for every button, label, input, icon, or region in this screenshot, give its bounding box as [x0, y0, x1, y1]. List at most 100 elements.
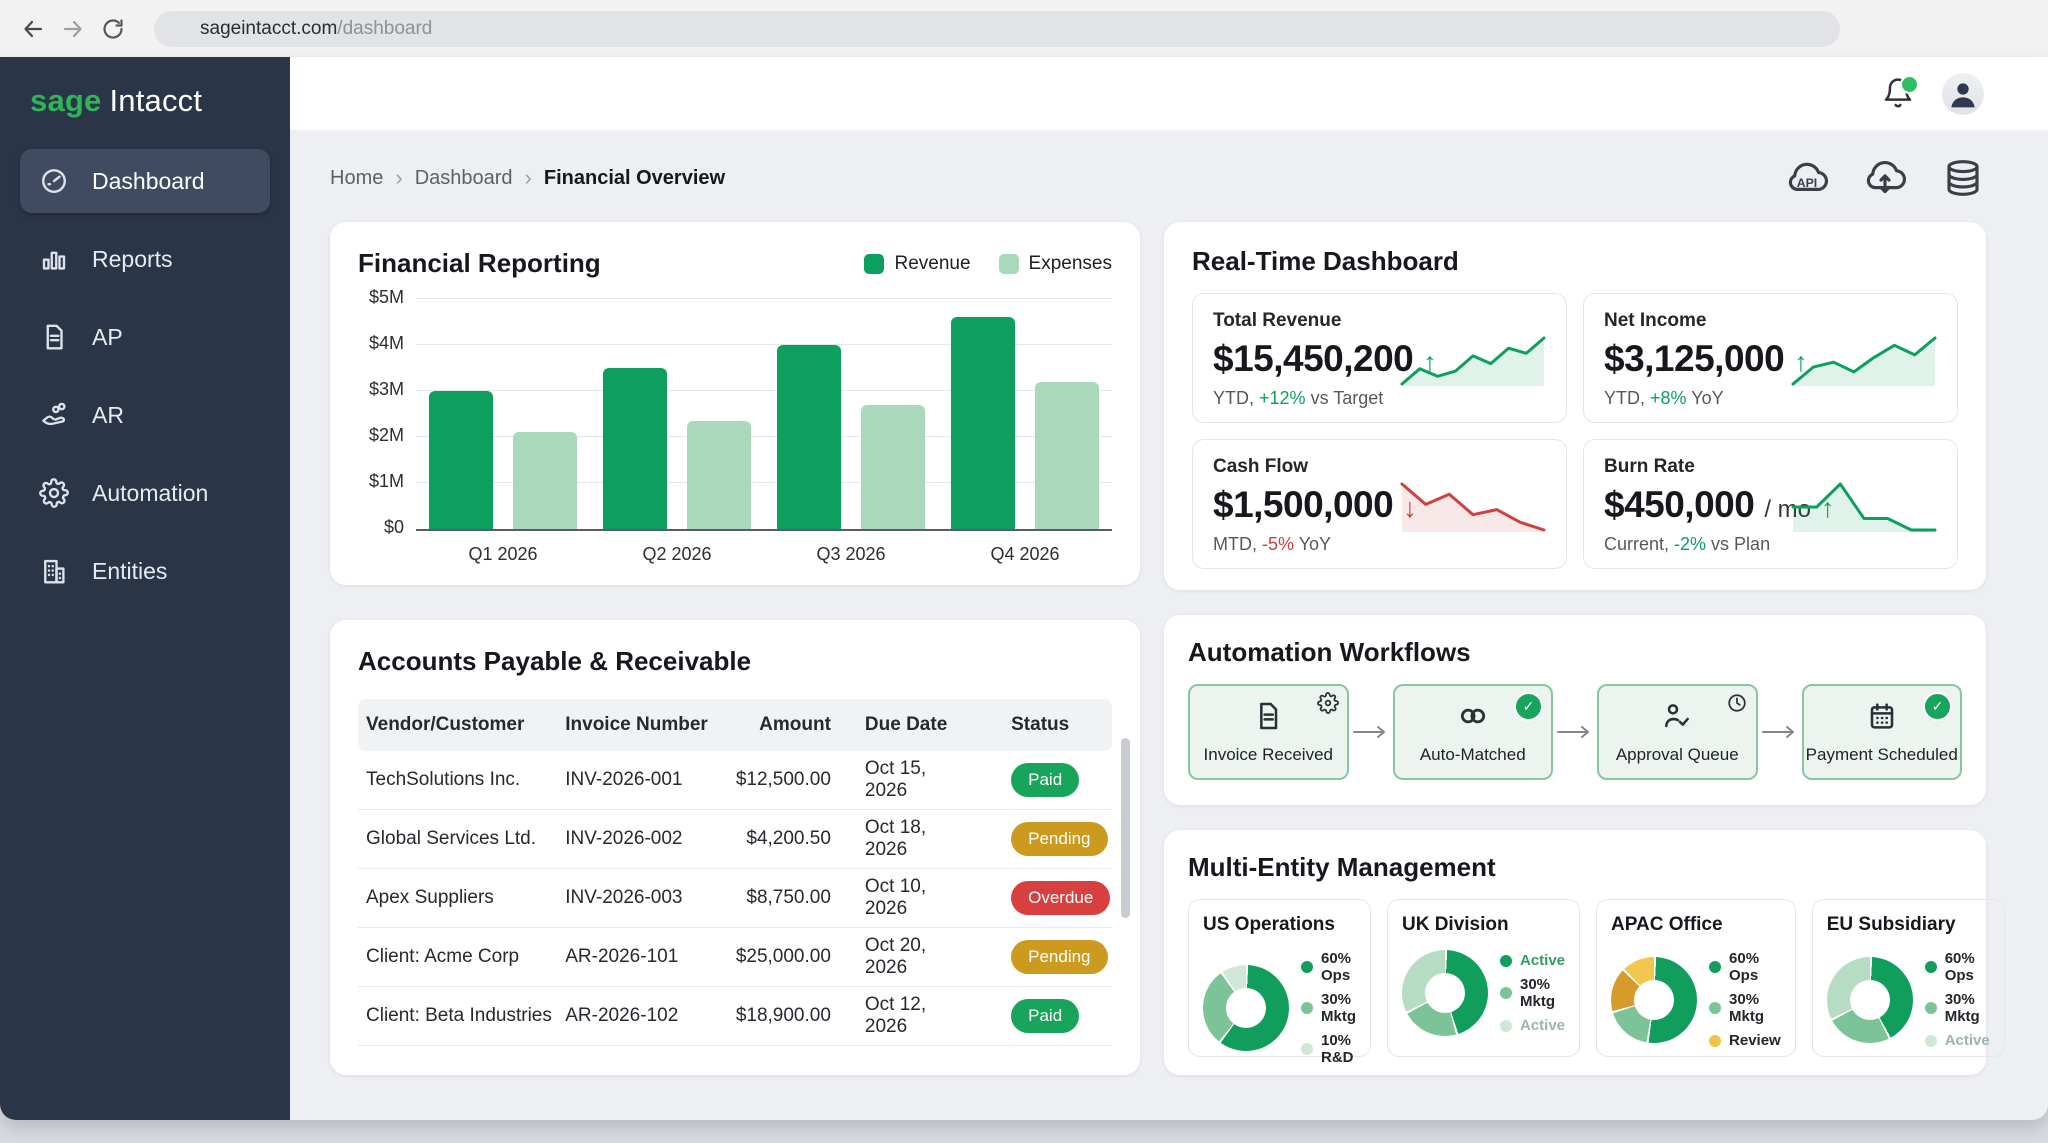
- gear-icon: [38, 477, 70, 509]
- breadcrumb-item-dashboard[interactable]: Dashboard: [415, 167, 513, 190]
- api-cloud-icon[interactable]: API: [1785, 156, 1829, 200]
- entity-card-us-operations: US Operations60% Ops30% Mktg10% R&D: [1188, 899, 1371, 1057]
- table-row[interactable]: TechSolutions Inc.INV-2026-001$12,500.00…: [358, 751, 1112, 810]
- x-axis-label: Q2 2026: [603, 544, 751, 565]
- reload-button[interactable]: [100, 16, 126, 42]
- sidebar-item-label: Automation: [92, 480, 208, 507]
- workflow-step-invoice-received[interactable]: Invoice Received: [1188, 684, 1349, 780]
- sidebar-item-label: AR: [92, 402, 124, 429]
- legend-dot: [1925, 1002, 1937, 1014]
- table-row[interactable]: Client: Beta IndustriesAR-2026-102$18,90…: [358, 987, 1112, 1046]
- dashboard-content: Home›Dashboard›Financial Overview API Fi…: [290, 130, 2048, 1120]
- table-row[interactable]: Client: Acme CorpAR-2026-101$25,000.00Oc…: [358, 928, 1112, 987]
- entity-card-eu-subsidiary: EU Subsidiary60% Ops30% MktgActive: [1812, 899, 2005, 1057]
- y-axis-tick: $1M: [369, 471, 404, 492]
- legend-dot: [1500, 955, 1512, 967]
- entity-name: APAC Office: [1611, 914, 1781, 936]
- workflow-arrow-icon: [1351, 724, 1391, 740]
- legend-label: Expenses: [1029, 253, 1112, 275]
- multi-entity-title: Multi-Entity Management: [1188, 852, 1962, 883]
- kpi-value: $450,000: [1604, 484, 1754, 526]
- table-row[interactable]: Global Services Ltd.INV-2026-002$4,200.5…: [358, 810, 1112, 869]
- expenses-bar: [687, 421, 751, 529]
- browser-chrome: sageintacct.com/dashboard: [0, 0, 2048, 57]
- breadcrumb-item-financial-overview: Financial Overview: [544, 167, 725, 190]
- workflow-step-auto-matched[interactable]: ✓Auto-Matched: [1393, 684, 1554, 780]
- cell-amount: $18,900.00: [720, 1005, 831, 1027]
- entity-donut-chart: [1402, 950, 1488, 1036]
- kpi-card-burn-rate: Burn Rate$450,000/ mo↑Current, -2% vs Pl…: [1583, 439, 1958, 569]
- cell-vendor: Client: Beta Industries: [366, 1005, 565, 1027]
- y-axis-tick: $5M: [369, 287, 404, 308]
- cell-due-date: Oct 12, 2026: [831, 994, 971, 1038]
- column-header-invoice-number: Invoice Number: [565, 714, 720, 736]
- y-axis-tick: $4M: [369, 333, 404, 354]
- sidebar-item-label: AP: [92, 324, 123, 351]
- column-header-vendor-customer: Vendor/Customer: [366, 714, 565, 736]
- legend-dot: [1709, 1035, 1721, 1047]
- entity-donut-chart: [1611, 957, 1697, 1043]
- revenue-bar: [777, 345, 841, 529]
- cell-vendor: TechSolutions Inc.: [366, 769, 565, 791]
- kpi-label: Burn Rate: [1604, 456, 1937, 478]
- x-axis-label: Q3 2026: [777, 544, 925, 565]
- bar-group-q1-2026: Q1 2026: [429, 391, 577, 529]
- x-axis-label: Q4 2026: [951, 544, 1099, 565]
- table-header-row: Vendor/CustomerInvoice NumberAmountDue D…: [358, 699, 1112, 751]
- cloud-sync-icon[interactable]: [1863, 156, 1907, 200]
- building-icon: [38, 555, 70, 587]
- sidebar-item-label: Entities: [92, 558, 167, 585]
- table-row[interactable]: Apex SuppliersINV-2026-003$8,750.00Oct 1…: [358, 869, 1112, 928]
- legend-swatch: [999, 254, 1019, 274]
- gear-badge-icon: [1317, 692, 1339, 719]
- sparkline: [1398, 480, 1548, 534]
- revenue-bar: [603, 368, 667, 529]
- sidebar-nav: Dashboard Reports AP AR Automation Entities: [0, 149, 290, 603]
- bar-group-q2-2026: Q2 2026: [603, 368, 751, 529]
- url-path: /dashboard: [337, 18, 432, 40]
- status-badge: Paid: [1011, 999, 1079, 1033]
- expenses-bar: [1035, 382, 1099, 529]
- workflow-step-label: Approval Queue: [1616, 745, 1739, 765]
- url-host: sageintacct.com: [200, 18, 337, 40]
- sidebar-item-reports[interactable]: Reports: [20, 227, 270, 291]
- sidebar-item-dashboard[interactable]: Dashboard: [20, 149, 270, 213]
- y-axis-tick: $3M: [369, 379, 404, 400]
- user-avatar[interactable]: [1942, 73, 1984, 115]
- forward-button[interactable]: [60, 16, 86, 42]
- legend-item-expenses: Expenses: [999, 253, 1112, 275]
- sidebar-item-automation[interactable]: Automation: [20, 461, 270, 525]
- topbar: [290, 57, 2048, 130]
- sidebar-item-ar[interactable]: AR: [20, 383, 270, 447]
- workflow-step-approval-queue[interactable]: Approval Queue: [1597, 684, 1758, 780]
- sidebar-item-ap[interactable]: AP: [20, 305, 270, 369]
- invoice-icon: [1252, 700, 1284, 737]
- notifications-bell-icon[interactable]: [1882, 77, 1916, 111]
- entity-legend-item: 30% Mktg: [1500, 976, 1565, 1010]
- database-icon[interactable]: [1941, 156, 1985, 200]
- legend-dot: [1500, 987, 1512, 999]
- legend-dot: [1500, 1020, 1512, 1032]
- breadcrumb-item-home[interactable]: Home: [330, 167, 383, 190]
- document-icon: [38, 321, 70, 353]
- revenue-bar: [429, 391, 493, 529]
- back-button[interactable]: [20, 16, 46, 42]
- header-tools: API: [1785, 156, 1985, 200]
- financial-reporting-card: Financial Reporting RevenueExpenses $0$1…: [330, 222, 1140, 585]
- column-header-due-date: Due Date: [831, 714, 971, 736]
- address-bar[interactable]: sageintacct.com/dashboard: [154, 11, 1840, 47]
- entity-card-apac-office: APAC Office60% Ops30% MktgReview: [1596, 899, 1796, 1057]
- cell-invoice: INV-2026-003: [565, 887, 720, 909]
- table-scrollbar[interactable]: [1121, 738, 1130, 918]
- legend-dot: [1709, 1002, 1721, 1014]
- entity-donut-chart: [1203, 965, 1289, 1051]
- sidebar-item-entities[interactable]: Entities: [20, 539, 270, 603]
- ap-ar-title: Accounts Payable & Receivable: [358, 646, 1112, 677]
- sidebar-item-label: Reports: [92, 246, 173, 273]
- notification-dot: [1900, 75, 1919, 94]
- link-icon: [1457, 700, 1489, 737]
- workflow-step-payment-scheduled[interactable]: ✓Payment Scheduled: [1802, 684, 1963, 780]
- cell-due-date: Oct 18, 2026: [831, 817, 971, 861]
- revenue-expenses-bar-chart: $0$1M$2M$3M$4M$5M Q1 2026Q2 2026Q3 2026Q…: [358, 299, 1112, 531]
- kpi-card-total-revenue: Total Revenue$15,450,200↑YTD, +12% vs Ta…: [1192, 293, 1567, 423]
